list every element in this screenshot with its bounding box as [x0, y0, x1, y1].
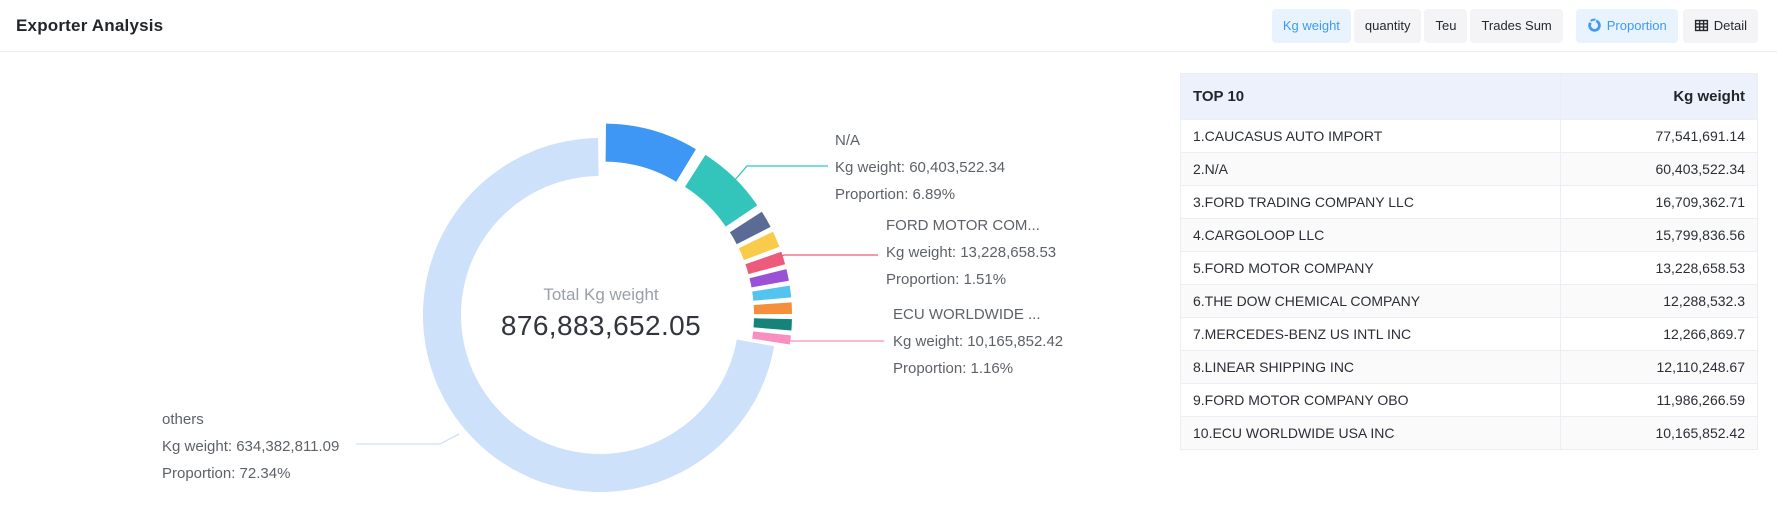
- table-row-1[interactable]: 1.CAUCASUS AUTO IMPORT77,541,691.14: [1181, 120, 1758, 153]
- table-row-9[interactable]: 9.FORD MOTOR COMPANY OBO11,986,266.59: [1181, 384, 1758, 417]
- chart-label-line: Kg weight: 634,382,811.09: [162, 433, 339, 460]
- kg-weight-cell: 12,288,532.3: [1561, 285, 1758, 318]
- exporter-analysis-page: { "header": { "title": "Exporter Analysi…: [0, 0, 1777, 517]
- chart-label-line: Proportion: 1.51%: [886, 266, 1056, 293]
- exporter-name-cell: 2.N/A: [1181, 153, 1561, 186]
- kg-weight-cell: 11,986,266.59: [1561, 384, 1758, 417]
- table-row-7[interactable]: 7.MERCEDES-BENZ US INTL INC12,266,869.7: [1181, 318, 1758, 351]
- metric-tab-group: Kg weightquantityTeuTrades Sum: [1272, 9, 1563, 43]
- exporter-name-cell: 7.MERCEDES-BENZ US INTL INC: [1181, 318, 1561, 351]
- view-button-detail[interactable]: Detail: [1683, 9, 1758, 43]
- exporter-name-cell: 3.FORD TRADING COMPANY LLC: [1181, 186, 1561, 219]
- exporter-name-cell: 5.FORD MOTOR COMPANY: [1181, 252, 1561, 285]
- top10-table-wrap: TOP 10 Kg weight 1.CAUCASUS AUTO IMPORT7…: [1180, 73, 1758, 450]
- table-row-8[interactable]: 8.LINEAR SHIPPING INC12,110,248.67: [1181, 351, 1758, 384]
- exporter-name-cell: 10.ECU WORLDWIDE USA INC: [1181, 417, 1561, 450]
- exporter-name-cell: 1.CAUCASUS AUTO IMPORT: [1181, 120, 1561, 153]
- table-header-kg-weight: Kg weight: [1561, 74, 1758, 120]
- pie-slice-ford-motor-company-obo[interactable]: [754, 318, 792, 330]
- chart-label-line: Proportion: 6.89%: [835, 181, 1005, 208]
- chart-label-line: Proportion: 1.16%: [893, 355, 1063, 382]
- table-icon: [1694, 18, 1709, 33]
- chart-label-line: Kg weight: 13,228,658.53: [886, 239, 1056, 266]
- tab-trades-sum[interactable]: Trades Sum: [1470, 9, 1562, 43]
- table-row-5[interactable]: 5.FORD MOTOR COMPANY13,228,658.53: [1181, 252, 1758, 285]
- view-button-label: Proportion: [1607, 18, 1667, 33]
- chart-label-line: ECU WORLDWIDE ...: [893, 301, 1063, 328]
- pie-slice-caucasus-auto-import[interactable]: [606, 124, 696, 182]
- pie-slice-ecu-worldwide-usa-inc[interactable]: [752, 331, 791, 344]
- page-header: Exporter Analysis Kg weightquantityTeuTr…: [0, 0, 1777, 52]
- page-title: Exporter Analysis: [16, 16, 163, 36]
- kg-weight-cell: 13,228,658.53: [1561, 252, 1758, 285]
- pie-slice-mercedes-benz-us-intl-inc[interactable]: [752, 286, 791, 301]
- view-switch-group: Proportion Detail: [1576, 9, 1758, 43]
- pie-slice-linear-shipping-inc[interactable]: [754, 302, 792, 314]
- exporter-name-cell: 8.LINEAR SHIPPING INC: [1181, 351, 1561, 384]
- chart-label-line: FORD MOTOR COM...: [886, 212, 1056, 239]
- table-header-top10: TOP 10: [1181, 74, 1561, 120]
- kg-weight-cell: 77,541,691.14: [1561, 120, 1758, 153]
- kg-weight-cell: 12,110,248.67: [1561, 351, 1758, 384]
- chart-label-line: others: [162, 406, 339, 433]
- label-line-others: [356, 434, 459, 444]
- tab-kg-weight[interactable]: Kg weight: [1272, 9, 1351, 43]
- chart-label-ecu-worldwide: ECU WORLDWIDE ...Kg weight: 10,165,852.4…: [893, 301, 1063, 382]
- chart-label-line: N/A: [835, 127, 1005, 154]
- kg-weight-cell: 10,165,852.42: [1561, 417, 1758, 450]
- kg-weight-cell: 60,403,522.34: [1561, 153, 1758, 186]
- view-button-proportion[interactable]: Proportion: [1576, 9, 1678, 43]
- kg-weight-cell: 16,709,362.71: [1561, 186, 1758, 219]
- chart-label-line: Proportion: 72.34%: [162, 460, 339, 487]
- exporter-name-cell: 6.THE DOW CHEMICAL COMPANY: [1181, 285, 1561, 318]
- kg-weight-cell: 12,266,869.7: [1561, 318, 1758, 351]
- chart-label-n-a: N/AKg weight: 60,403,522.34Proportion: 6…: [835, 127, 1005, 208]
- tab-teu[interactable]: Teu: [1424, 9, 1467, 43]
- table-row-10[interactable]: 10.ECU WORLDWIDE USA INC10,165,852.42: [1181, 417, 1758, 450]
- view-button-label: Detail: [1714, 18, 1747, 33]
- table-row-4[interactable]: 4.CARGOLOOP LLC15,799,836.56: [1181, 219, 1758, 252]
- tab-quantity[interactable]: quantity: [1354, 9, 1422, 43]
- top10-table: TOP 10 Kg weight 1.CAUCASUS AUTO IMPORT7…: [1180, 73, 1758, 450]
- label-line-n-a: [734, 166, 828, 181]
- chart-label-ford-motor-com: FORD MOTOR COM...Kg weight: 13,228,658.5…: [886, 212, 1056, 293]
- chart-label-others: othersKg weight: 634,382,811.09Proportio…: [162, 406, 339, 487]
- kg-weight-cell: 15,799,836.56: [1561, 219, 1758, 252]
- chart-label-line: Kg weight: 60,403,522.34: [835, 154, 1005, 181]
- table-row-2[interactable]: 2.N/A60,403,522.34: [1181, 153, 1758, 186]
- exporter-name-cell: 9.FORD MOTOR COMPANY OBO: [1181, 384, 1561, 417]
- exporter-name-cell: 4.CARGOLOOP LLC: [1181, 219, 1561, 252]
- table-row-6[interactable]: 6.THE DOW CHEMICAL COMPANY12,288,532.3: [1181, 285, 1758, 318]
- donut-chart-icon: [1587, 18, 1602, 33]
- table-header-row: TOP 10 Kg weight: [1181, 74, 1758, 120]
- chart-label-line: Kg weight: 10,165,852.42: [893, 328, 1063, 355]
- table-row-3[interactable]: 3.FORD TRADING COMPANY LLC16,709,362.71: [1181, 186, 1758, 219]
